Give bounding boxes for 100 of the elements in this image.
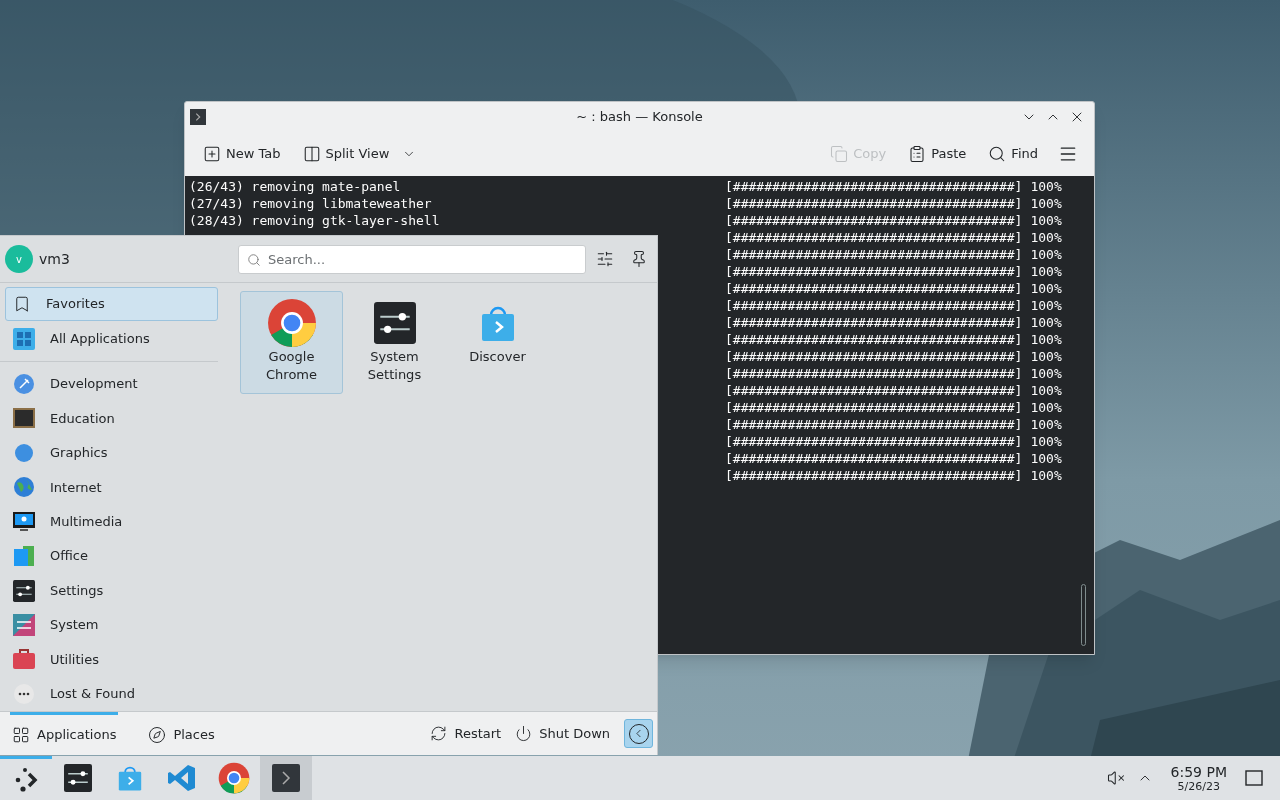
bookmark-icon [13,295,31,314]
launcher-icon [13,766,39,793]
collapse-button[interactable] [624,719,653,748]
window-title: ~ : bash — Konsole [576,107,703,126]
progress-bar-text: [####################################] [725,229,1023,246]
copy-icon [830,144,849,163]
percent-text: 100% [1030,297,1062,314]
clock-time[interactable]: 6:59 PM [1170,764,1227,779]
code-editor-icon [167,763,197,793]
percent-text: 100% [1030,399,1062,416]
search-icon [247,252,261,267]
category-item[interactable]: Lost & Found [5,676,218,712]
percent-text: 100% [1030,467,1062,484]
more-icon [13,682,35,705]
grid-icon [12,726,30,744]
sliders-icon [64,764,92,792]
terminal-icon [272,764,300,792]
progress-bar-text: [####################################] [725,365,1023,382]
progress-bar-text: [####################################] [725,433,1023,450]
category-item[interactable]: Office [5,538,218,574]
category-item[interactable]: System [5,607,218,643]
app-label: Discover [468,348,527,366]
compass-icon [148,726,167,744]
percent-text: 100% [1030,178,1062,195]
filter-icon[interactable] [596,250,614,268]
percent-text: 100% [1030,433,1062,450]
percent-text: 100% [1030,382,1062,399]
progress-bar-text: [####################################] [725,280,1023,297]
toolbox-icon [13,649,35,670]
sphere-icon [13,441,35,464]
category-item[interactable]: All Applications [5,321,218,356]
chrome-icon [218,762,250,794]
show-desktop-icon[interactable] [1245,770,1263,786]
toolbar-button[interactable]: Paste [906,143,969,164]
progress-bar-text: [####################################] [725,467,1023,484]
category-item[interactable]: Utilities [5,642,218,677]
document-icon [13,545,35,568]
percent-text: 100% [1030,314,1062,331]
clock-date[interactable]: 5/26/23 [1177,780,1220,792]
search-icon [988,144,1007,163]
monitor-icon [13,511,35,532]
progress-bar-text: [####################################] [725,450,1023,467]
category-item[interactable]: Settings [5,573,218,608]
percent-text: 100% [1030,246,1062,263]
percent-text: 100% [1030,229,1062,246]
clipboard-icon [908,144,927,163]
search-field[interactable]: Search... [238,244,586,274]
app-tile[interactable]: Google Chrome [240,291,343,394]
progress-bar-text: [####################################] [725,263,1023,280]
progress-bar-text: [####################################] [725,348,1023,365]
progress-bar-text: [####################################] [725,195,1023,212]
power-action-button[interactable]: Shut Down [515,723,610,744]
chrome-icon [266,298,317,348]
chalkboard-icon [13,408,35,429]
app-label: System Settings [366,348,423,384]
percent-text: 100% [1030,195,1062,212]
toolbar-button[interactable]: New Tab [201,143,283,164]
category-item[interactable]: Multimedia [5,504,218,539]
category-item[interactable]: Favorites [5,287,218,322]
grid-icon [13,327,35,350]
percent-text: 100% [1030,263,1062,280]
percent-text: 100% [1030,416,1062,433]
category-item[interactable]: Education [5,401,218,436]
power-icon [515,725,533,742]
category-item[interactable]: Internet [5,470,218,505]
app-label: Google Chrome [265,348,318,384]
toolbar-button[interactable]: Find [986,143,1040,164]
terminal-line: (28/43) removing gtk-layer-shell [189,213,440,228]
percent-text: 100% [1030,280,1062,297]
sliders-icon [13,614,35,636]
progress-bar-text: [####################################] [725,314,1023,331]
progress-bar-text: [####################################] [725,297,1023,314]
percent-text: 100% [1030,212,1062,229]
progress-bar-text: [####################################] [725,246,1023,263]
sliders-icon [373,302,416,344]
terminal-line: (27/43) removing libmateweather [189,196,432,211]
taskbar-item[interactable] [260,756,312,800]
percent-text: 100% [1030,450,1062,467]
power-action-button[interactable]: Restart [430,723,502,744]
percent-text: 100% [1030,331,1062,348]
app-tile[interactable]: Discover [446,291,549,394]
pin-icon[interactable] [630,250,648,268]
restart-icon [430,725,448,742]
terminal-icon [190,108,206,125]
category-item[interactable]: Graphics [5,435,218,471]
progress-bar-text: [####################################] [725,212,1023,229]
percent-text: 100% [1030,348,1062,365]
toolbar-button[interactable]: Split View [300,143,419,164]
percent-text: 100% [1030,365,1062,382]
muted-speaker-icon[interactable] [1106,769,1125,787]
category-item[interactable]: Development [5,366,218,402]
shopping-bag-icon [116,764,144,792]
scrollbar-thumb[interactable] [1081,584,1086,646]
menu-tab[interactable]: Places [146,712,217,755]
app-tile[interactable]: System Settings [343,291,446,394]
progress-bar-text: [####################################] [725,382,1023,399]
progress-bar-text: [####################################] [725,178,1023,195]
split-view-icon [302,144,321,163]
sliders-icon [13,579,35,602]
new-tab-icon [203,144,221,163]
